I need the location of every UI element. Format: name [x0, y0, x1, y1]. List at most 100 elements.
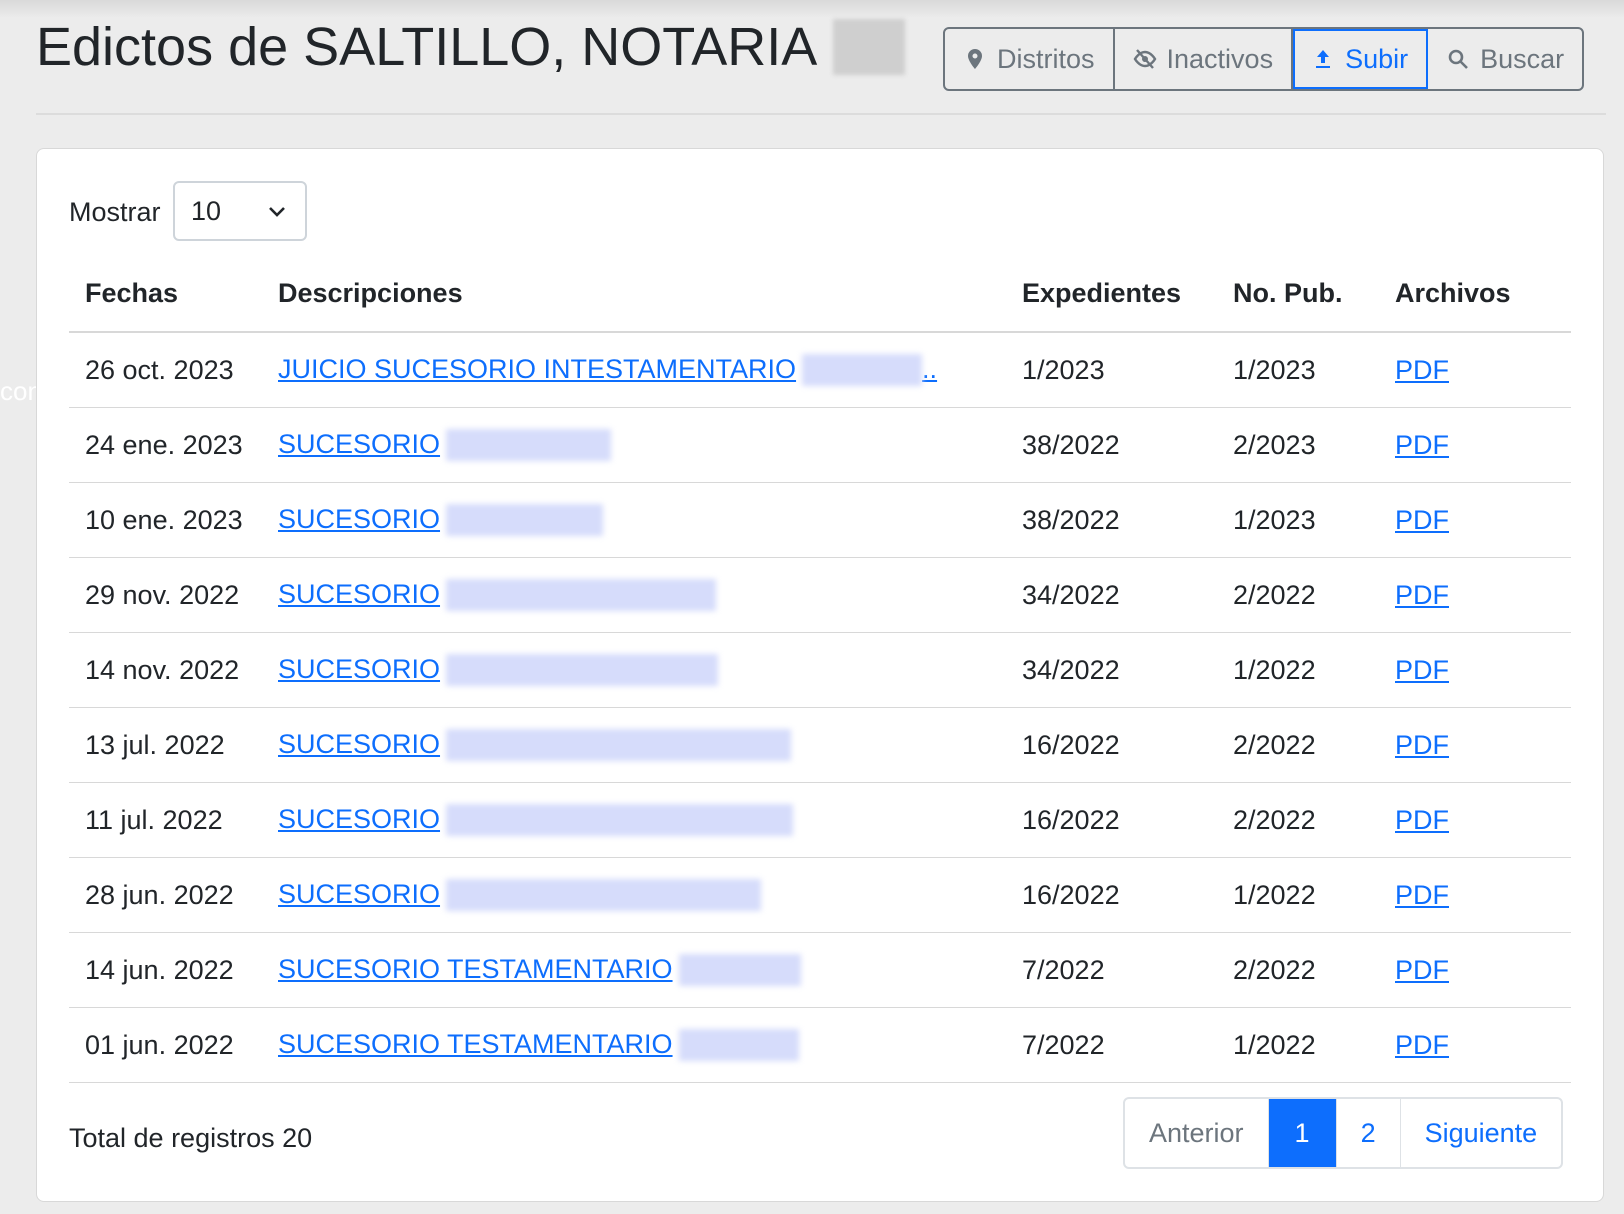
- eye-off-icon: [1133, 49, 1156, 69]
- toolbar: Distritos Inactivos Subir Buscar: [943, 27, 1585, 91]
- location-pin-icon: [968, 49, 982, 69]
- length-label: Mostrar: [69, 197, 161, 227]
- description-link[interactable]: SUCESORIO: [278, 729, 792, 762]
- pub-number-cell: 2/2022: [1217, 557, 1379, 633]
- prev-page-button[interactable]: Anterior: [1125, 1099, 1269, 1167]
- pdf-link[interactable]: PDF: [1395, 580, 1449, 610]
- pdf-link[interactable]: PDF: [1395, 655, 1449, 685]
- date-cell: 14 jun. 2022: [69, 932, 262, 1008]
- redacted-block: [446, 579, 717, 612]
- archive-cell: PDF: [1379, 482, 1571, 558]
- redacted-block: [802, 354, 923, 387]
- file-number-cell: 16/2022: [1006, 707, 1217, 783]
- page-1-button[interactable]: 1: [1268, 1099, 1337, 1167]
- pub-number-cell: 2/2022: [1217, 707, 1379, 783]
- chevron-down-icon: [269, 207, 285, 217]
- file-number-cell: 38/2022: [1006, 482, 1217, 558]
- search-button[interactable]: Buscar: [1428, 29, 1582, 89]
- pub-number-cell: 1/2023: [1217, 332, 1379, 408]
- pdf-link[interactable]: PDF: [1395, 880, 1449, 910]
- description-link[interactable]: SUCESORIO: [278, 429, 612, 462]
- redacted-block: [446, 879, 762, 912]
- description-cell: SUCESORIO: [262, 557, 1006, 633]
- table-row: 29 nov. 2022 SUCESORIO 34/2022 2/2022 PDF: [69, 557, 1571, 633]
- pdf-link[interactable]: PDF: [1395, 955, 1449, 985]
- description-link[interactable]: SUCESORIO: [278, 579, 717, 612]
- table-row: 10 ene. 2023 SUCESORIO 38/2022 1/2023 PDF: [69, 482, 1571, 558]
- description-link[interactable]: SUCESORIO: [278, 804, 794, 837]
- file-number-cell: 1/2023: [1006, 332, 1217, 408]
- archive-cell: PDF: [1379, 932, 1571, 1008]
- description-cell: SUCESORIO: [262, 407, 1006, 483]
- date-cell: 28 jun. 2022: [69, 857, 262, 933]
- pagination: Anterior 1 2 Siguiente: [1123, 1097, 1564, 1169]
- table-row: 11 jul. 2022 SUCESORIO 16/2022 2/2022 PDF: [69, 782, 1571, 858]
- pub-number-cell: 1/2022: [1217, 1007, 1379, 1083]
- description-link[interactable]: SUCESORIO: [278, 879, 762, 912]
- file-number-cell: 16/2022: [1006, 857, 1217, 933]
- upload-icon: [1316, 50, 1331, 68]
- description-cell: SUCESORIO: [262, 782, 1006, 858]
- records-table: Fechas Descripciones Expedientes No. Pub…: [69, 255, 1571, 1083]
- redacted-block: [446, 504, 604, 537]
- redacted-block: [446, 804, 794, 837]
- inactive-button[interactable]: Inactivos: [1115, 29, 1294, 89]
- description-cell: SUCESORIO: [262, 632, 1006, 708]
- pdf-link[interactable]: PDF: [1395, 430, 1449, 460]
- pub-number-cell: 2/2023: [1217, 407, 1379, 483]
- table-row: 14 nov. 2022 SUCESORIO 34/2022 1/2022 PDF: [69, 632, 1571, 708]
- col-header-pub-no[interactable]: No. Pub.: [1217, 255, 1379, 333]
- date-cell: 13 jul. 2022: [69, 707, 262, 783]
- pub-number-cell: 2/2022: [1217, 932, 1379, 1008]
- description-cell: SUCESORIO: [262, 707, 1006, 783]
- date-cell: 14 nov. 2022: [69, 632, 262, 708]
- col-header-archives[interactable]: Archivos: [1379, 255, 1571, 333]
- description-link[interactable]: SUCESORIO: [278, 654, 719, 687]
- col-header-dates[interactable]: Fechas: [69, 255, 262, 333]
- table-row: 14 jun. 2022 SUCESORIO TESTAMENTARIO 7/202…: [69, 932, 1571, 1008]
- description-link[interactable]: SUCESORIO: [278, 504, 604, 537]
- table-row: 28 jun. 2022 SUCESORIO 16/2022 1/2022 PDF: [69, 857, 1571, 933]
- archive-cell: PDF: [1379, 632, 1571, 708]
- pdf-link[interactable]: PDF: [1395, 730, 1449, 760]
- pdf-link[interactable]: PDF: [1395, 355, 1449, 385]
- pub-number-cell: 1/2022: [1217, 632, 1379, 708]
- file-number-cell: 38/2022: [1006, 407, 1217, 483]
- date-cell: 10 ene. 2023: [69, 482, 262, 558]
- description-link[interactable]: SUCESORIO TESTAMENTARIO: [278, 1029, 799, 1062]
- col-header-files-no[interactable]: Expedientes: [1006, 255, 1217, 333]
- archive-cell: PDF: [1379, 857, 1571, 933]
- redacted-block: [678, 954, 801, 987]
- page-2-button[interactable]: 2: [1337, 1099, 1401, 1167]
- upload-button[interactable]: Subir: [1293, 29, 1429, 89]
- file-number-cell: 34/2022: [1006, 557, 1217, 633]
- description-cell: SUCESORIO: [262, 482, 1006, 558]
- archive-cell: PDF: [1379, 782, 1571, 858]
- pub-number-cell: 1/2022: [1217, 857, 1379, 933]
- redacted-block: [446, 429, 612, 462]
- description-cell: JUICIO SUCESORIO INTESTAMENTARIO..: [262, 332, 1006, 408]
- redacted-block: [678, 1029, 799, 1062]
- date-cell: 24 ene. 2023: [69, 407, 262, 483]
- pdf-link[interactable]: PDF: [1395, 805, 1449, 835]
- next-page-button[interactable]: Siguiente: [1401, 1099, 1562, 1167]
- col-header-descriptions[interactable]: Descripciones: [262, 255, 1006, 333]
- length-select[interactable]: 10: [173, 181, 307, 241]
- total-records: Total de registros 20: [69, 1123, 313, 1153]
- districts-button[interactable]: Distritos: [945, 29, 1115, 89]
- description-cell: SUCESORIO: [262, 857, 1006, 933]
- file-number-cell: 34/2022: [1006, 632, 1217, 708]
- table-row: 01 jun. 2022 SUCESORIO TESTAMENTARIO 7/202…: [69, 1007, 1571, 1083]
- description-link[interactable]: JUICIO SUCESORIO INTESTAMENTARIO..: [278, 354, 937, 387]
- divider: [36, 113, 1606, 115]
- table-row: 24 ene. 2023 SUCESORIO 38/2022 2/2023 PDF: [69, 407, 1571, 483]
- description-link[interactable]: SUCESORIO TESTAMENTARIO: [278, 954, 801, 987]
- file-number-cell: 16/2022: [1006, 782, 1217, 858]
- archive-cell: PDF: [1379, 332, 1571, 408]
- file-number-cell: 7/2022: [1006, 1007, 1217, 1083]
- date-cell: 01 jun. 2022: [69, 1007, 262, 1083]
- page-title: Edictos de SALTILLO, NOTARIA: [36, 16, 906, 78]
- pdf-link[interactable]: PDF: [1395, 505, 1449, 535]
- pdf-link[interactable]: PDF: [1395, 1030, 1449, 1060]
- records-card: Mostrar 10 Fechas Descripciones Expedien…: [36, 148, 1604, 1202]
